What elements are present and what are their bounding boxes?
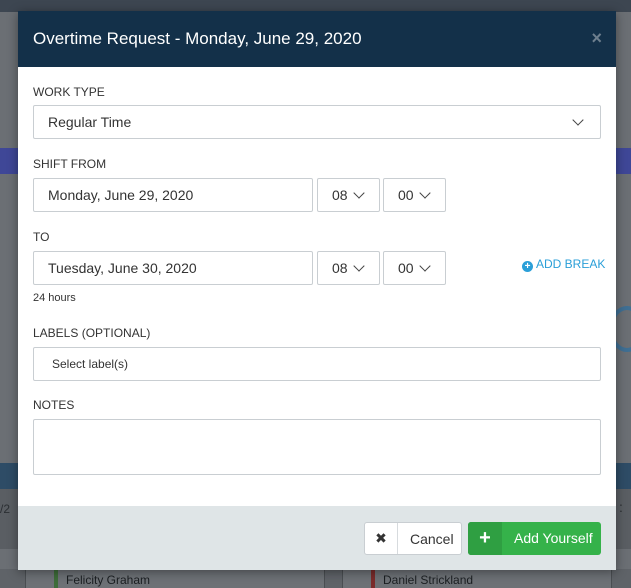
card-employee-name: Felicity Graham <box>66 573 151 587</box>
work-type-label: WORK TYPE <box>33 85 105 99</box>
shift-from-hour-value: 08 <box>332 187 348 203</box>
labels-label: LABELS (OPTIONAL) <box>33 326 151 340</box>
cancel-button[interactable]: ✖ Cancel <box>364 522 462 555</box>
notes-textarea[interactable] <box>33 419 601 475</box>
shift-from-label: SHIFT FROM <box>33 157 107 171</box>
chevron-down-icon <box>419 260 431 272</box>
to-label: TO <box>33 230 50 244</box>
shift-from-date-input[interactable]: Monday, June 29, 2020 <box>33 178 313 212</box>
shift-from-hour-select[interactable]: 08 <box>317 178 380 212</box>
shift-from-date-value: Monday, June 29, 2020 <box>48 187 194 203</box>
card-color-stripe <box>54 569 58 588</box>
to-hour-value: 08 <box>332 260 348 276</box>
modal-title: Overtime Request - Monday, June 29, 2020 <box>33 29 362 48</box>
to-minute-value: 00 <box>398 260 414 276</box>
modal-footer: ✖ Cancel + Add Yourself <box>18 506 616 570</box>
background-left-fragment: /2 <box>0 489 18 549</box>
add-break-link[interactable]: + ADD BREAK <box>522 257 605 272</box>
chevron-down-icon <box>353 187 365 199</box>
card-color-stripe <box>371 569 375 588</box>
close-icon[interactable]: × <box>591 28 602 49</box>
add-yourself-button-label: Add Yourself <box>514 530 593 546</box>
shift-duration: 24 hours <box>33 292 76 304</box>
shift-from-minute-select[interactable]: 00 <box>383 178 446 212</box>
background-shift-card: Daniel Strickland <box>342 569 612 588</box>
work-type-value: Regular Time <box>48 114 132 130</box>
to-hour-select[interactable]: 08 <box>317 251 380 285</box>
plus-icon: + <box>468 522 502 555</box>
chevron-down-icon <box>572 114 584 126</box>
shift-from-minute-value: 00 <box>398 187 414 203</box>
add-yourself-button[interactable]: + Add Yourself <box>468 522 601 555</box>
notes-label: NOTES <box>33 398 75 412</box>
labels-select[interactable]: Select label(s) <box>33 347 601 381</box>
labels-placeholder: Select label(s) <box>52 357 129 371</box>
background-shift-card: Felicity Graham <box>25 569 325 588</box>
chevron-down-icon <box>353 260 365 272</box>
to-minute-select[interactable]: 00 <box>383 251 446 285</box>
work-type-select[interactable]: Regular Time <box>33 105 601 139</box>
overtime-request-modal: Overtime Request - Monday, June 29, 2020… <box>18 11 616 570</box>
x-icon: ✖ <box>365 523 398 554</box>
to-date-value: Tuesday, June 30, 2020 <box>48 260 197 276</box>
modal-header: Overtime Request - Monday, June 29, 2020… <box>18 11 616 67</box>
cancel-button-label: Cancel <box>410 531 454 547</box>
to-date-input[interactable]: Tuesday, June 30, 2020 <box>33 251 313 285</box>
chevron-down-icon <box>419 187 431 199</box>
background-right-fragment: : <box>615 489 631 549</box>
add-break-label: ADD BREAK <box>536 257 606 271</box>
plus-circle-icon: + <box>522 261 533 272</box>
card-employee-name: Daniel Strickland <box>383 573 474 587</box>
